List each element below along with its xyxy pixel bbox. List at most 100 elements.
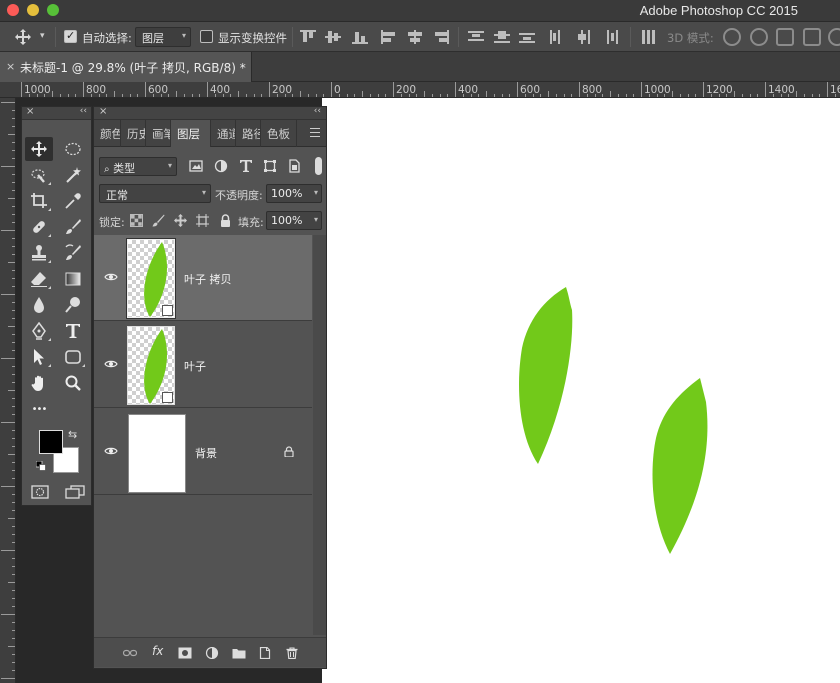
horizontal-ruler[interactable]: 1000 800 600 400 200 0 200 400 600 800 1000 1200 140… — [0, 82, 840, 98]
align-left-icon[interactable] — [381, 30, 397, 44]
lock-image-pixels-icon[interactable] — [152, 214, 165, 227]
close-tab-icon[interactable]: × — [6, 60, 15, 73]
document-tab[interactable]: × 未标题-1 @ 29.8% (叶子 拷贝, RGB/8) * — [0, 52, 252, 82]
lock-artboard-icon[interactable] — [196, 214, 209, 227]
opacity-input[interactable]: 100% ▾ — [266, 184, 322, 203]
align-bottom-icon[interactable] — [352, 30, 368, 44]
maximize-window-button[interactable] — [47, 4, 59, 16]
distribute-horizontal-center-icon[interactable] — [577, 30, 593, 44]
eye-icon[interactable] — [104, 446, 118, 456]
brush-tool-button[interactable] — [59, 215, 87, 239]
new-layer-icon[interactable] — [258, 647, 272, 659]
tab-layers[interactable]: 图层 — [171, 120, 211, 147]
distribute-top-icon[interactable] — [468, 30, 484, 44]
tab-brushes[interactable]: 画笔 — [146, 120, 171, 147]
lock-position-icon[interactable] — [174, 214, 187, 227]
layer-row-background[interactable]: 背景 — [94, 409, 312, 495]
eye-icon[interactable] — [104, 359, 118, 369]
leaf-shape[interactable] — [650, 376, 714, 556]
swap-colors-icon[interactable]: ⇆ — [68, 428, 77, 441]
zoom-tool-button[interactable] — [59, 371, 87, 395]
tool-preset-caret-icon[interactable]: ▾ — [40, 31, 45, 41]
history-brush-tool-button[interactable] — [59, 241, 87, 265]
edit-toolbar-button[interactable]: ••• — [25, 397, 53, 421]
filter-type-icon[interactable] — [239, 159, 253, 173]
close-panel-icon[interactable]: × — [26, 106, 34, 117]
scale-3d-icon[interactable] — [828, 28, 840, 46]
tab-channels[interactable]: 通道 — [211, 120, 236, 147]
foreground-color-swatch-front[interactable] — [39, 430, 63, 454]
vertical-ruler[interactable] — [0, 98, 16, 683]
distribute-vertical-center-icon[interactable] — [494, 30, 510, 44]
tab-paths[interactable]: 路径 — [236, 120, 261, 147]
distribute-left-icon[interactable] — [549, 30, 565, 44]
layers-scrollbar[interactable] — [313, 235, 326, 635]
filter-toggle-switch[interactable] — [315, 157, 322, 175]
slide-3d-icon[interactable] — [803, 28, 821, 46]
fill-input[interactable]: 100% ▾ — [266, 211, 322, 230]
layer-row-leaf-copy[interactable]: 叶子 拷贝 — [94, 235, 312, 321]
align-right-icon[interactable] — [433, 30, 449, 44]
healing-brush-tool-button[interactable] — [25, 215, 53, 239]
document-canvas[interactable] — [322, 98, 840, 683]
blend-mode-select[interactable]: 正常 ▾ — [99, 184, 211, 203]
pan-3d-icon[interactable] — [776, 28, 794, 46]
minimize-window-button[interactable] — [27, 4, 39, 16]
filter-pixel-icon[interactable] — [189, 159, 203, 173]
pen-tool-button[interactable] — [25, 319, 53, 343]
layer-filter-select[interactable]: ⌕ 类型 ▾ — [99, 157, 177, 176]
lock-transparent-pixels-icon[interactable] — [130, 214, 143, 227]
link-layers-icon[interactable] — [123, 647, 137, 659]
quick-mask-icon[interactable] — [31, 485, 49, 499]
auto-align-layers-icon[interactable] — [640, 30, 656, 44]
screen-mode-icon[interactable] — [65, 485, 85, 499]
leaf-copy-shape[interactable] — [516, 284, 580, 466]
eyedropper-tool-button[interactable] — [59, 189, 87, 213]
add-layer-style-icon[interactable]: fx — [152, 644, 163, 658]
filter-adjustment-icon[interactable] — [214, 159, 228, 173]
gradient-tool-button[interactable] — [59, 267, 87, 291]
rectangle-tool-button[interactable] — [59, 345, 87, 369]
clone-stamp-tool-button[interactable] — [25, 241, 53, 265]
path-selection-tool-button[interactable] — [25, 345, 53, 369]
align-vertical-center-icon[interactable] — [325, 30, 341, 44]
filter-shape-icon[interactable] — [263, 159, 277, 173]
collapse-panel-icon[interactable]: ‹‹ — [314, 106, 321, 116]
eye-icon[interactable] — [104, 272, 118, 282]
eraser-tool-button[interactable] — [25, 267, 53, 291]
default-colors-icon[interactable] — [36, 461, 46, 471]
auto-select-target-select[interactable]: 图层 ▾ — [135, 27, 191, 47]
filter-smart-object-icon[interactable] — [287, 159, 301, 173]
tab-color[interactable]: 颜色 — [94, 120, 121, 147]
distribute-right-icon[interactable] — [603, 30, 619, 44]
hand-tool-button[interactable] — [25, 371, 53, 395]
crop-tool-button[interactable] — [25, 189, 53, 213]
move-tool-icon[interactable] — [14, 29, 32, 45]
orbit-3d-icon[interactable] — [723, 28, 741, 46]
tab-swatches[interactable]: 色板 — [261, 120, 297, 147]
new-group-folder-icon[interactable] — [232, 647, 246, 659]
auto-select-checkbox[interactable] — [64, 29, 77, 43]
panel-menu-icon[interactable] — [310, 128, 320, 137]
roll-3d-icon[interactable] — [750, 28, 768, 46]
move-tool-button[interactable] — [25, 137, 53, 161]
align-top-icon[interactable] — [300, 30, 316, 44]
show-transform-checkbox[interactable] — [200, 30, 213, 43]
close-window-button[interactable] — [7, 4, 19, 16]
tab-history[interactable]: 历史 — [121, 120, 146, 147]
lock-icon[interactable] — [284, 446, 294, 457]
new-adjustment-layer-icon[interactable] — [205, 647, 219, 659]
add-mask-icon[interactable] — [178, 647, 192, 659]
blur-tool-button[interactable] — [25, 293, 53, 317]
type-tool-button[interactable] — [59, 319, 87, 343]
elliptical-marquee-tool-button[interactable] — [59, 137, 87, 161]
layer-row-leaf[interactable]: 叶子 — [94, 322, 312, 408]
dodge-tool-button[interactable] — [59, 293, 87, 317]
collapse-panel-icon[interactable]: ‹‹ — [80, 106, 87, 116]
close-panel-icon[interactable]: × — [99, 106, 107, 117]
lock-all-icon[interactable] — [219, 214, 232, 227]
quick-selection-tool-button[interactable] — [25, 163, 53, 187]
delete-layer-trash-icon[interactable] — [285, 647, 299, 659]
distribute-bottom-icon[interactable] — [519, 30, 535, 44]
align-horizontal-center-icon[interactable] — [407, 30, 423, 44]
